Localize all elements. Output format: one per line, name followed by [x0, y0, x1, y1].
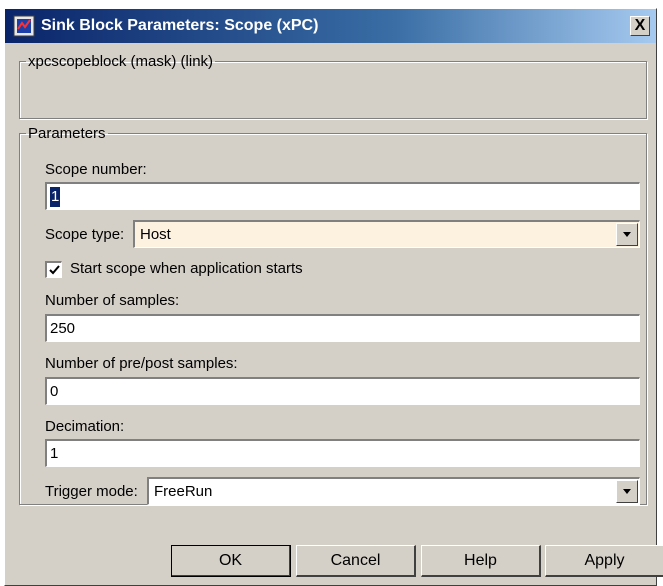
num-samples-label: Number of samples:: [45, 292, 180, 309]
trigger-mode-value: FreeRun: [154, 483, 213, 500]
pre-post-samples-label: Number of pre/post samples:: [45, 355, 238, 372]
apply-button[interactable]: Apply: [545, 545, 663, 577]
trigger-mode-select[interactable]: FreeRun: [147, 477, 640, 505]
pre-post-samples-value: 0: [50, 382, 59, 400]
decimation-field[interactable]: 1: [45, 439, 640, 467]
start-scope-label[interactable]: Start scope when application starts: [70, 260, 303, 277]
chevron-down-icon: [623, 231, 631, 237]
checkmark-icon: [48, 264, 60, 274]
help-button[interactable]: Help: [421, 545, 541, 577]
chevron-down-icon: [623, 488, 631, 494]
pre-post-samples-field[interactable]: 0: [45, 377, 640, 405]
scope-type-label: Scope type:: [45, 226, 125, 243]
mask-description-group: xpcscopeblock (mask) (link): [19, 53, 647, 119]
dialog-window: Sink Block Parameters: Scope (xPC) X xpc…: [4, 8, 663, 586]
scope-type-dropdown-button[interactable]: [616, 223, 638, 246]
trigger-mode-dropdown-button[interactable]: [616, 480, 638, 503]
close-button[interactable]: X: [630, 16, 650, 36]
window-title: Sink Block Parameters: Scope (xPC): [41, 17, 319, 34]
scope-number-value: 1: [50, 186, 61, 207]
title-bar[interactable]: Sink Block Parameters: Scope (xPC) X: [5, 9, 656, 43]
scope-type-value: Host: [140, 226, 171, 243]
mask-group-legend: xpcscopeblock (mask) (link): [28, 53, 214, 70]
parameters-legend: Parameters: [28, 125, 106, 142]
scope-number-label: Scope number:: [45, 161, 147, 178]
cancel-button[interactable]: Cancel: [296, 545, 416, 577]
decimation-value: 1: [50, 444, 59, 462]
scope-type-select[interactable]: Host: [133, 220, 640, 248]
simulink-block-icon: [13, 15, 35, 37]
close-icon: X: [634, 17, 646, 34]
start-scope-checkbox[interactable]: [45, 261, 62, 278]
scope-number-field[interactable]: 1: [45, 182, 640, 210]
num-samples-field[interactable]: 250: [45, 314, 640, 342]
ok-button[interactable]: OK: [171, 545, 291, 577]
decimation-label: Decimation:: [45, 418, 125, 435]
trigger-mode-label: Trigger mode:: [45, 483, 138, 500]
num-samples-value: 250: [50, 319, 76, 337]
